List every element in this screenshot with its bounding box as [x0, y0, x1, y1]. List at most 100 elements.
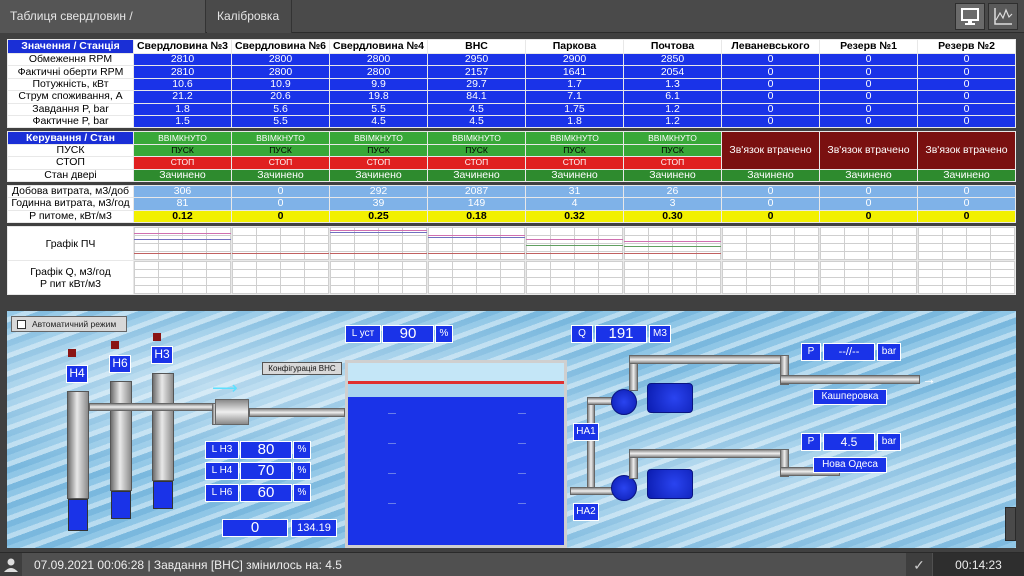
table-cell: 2800: [231, 65, 330, 79]
outlet-name-nova-odesa[interactable]: Нова Одеса: [813, 457, 887, 473]
start-button[interactable]: ПУСК: [329, 143, 428, 158]
acknowledge-icon[interactable]: ✓: [906, 553, 932, 576]
well-label-h4[interactable]: Н4: [66, 365, 88, 383]
row-label: Графік ПЧ: [7, 226, 134, 262]
pump-label-na2[interactable]: НА2: [573, 503, 599, 521]
mini-chart[interactable]: [721, 260, 820, 296]
table-cell: 2810: [133, 65, 232, 79]
header-label: Значення / Станція: [7, 39, 134, 54]
table-cell[interactable]: 4.5: [427, 102, 526, 116]
mini-chart[interactable]: [623, 226, 722, 262]
table-cell: 0: [721, 114, 820, 129]
start-button[interactable]: ПУСК: [525, 143, 624, 158]
status-bar: 07.09.2021 00:06:28 | Завдання [ВНС] змі…: [0, 552, 1024, 576]
chart-view-button[interactable]: [988, 3, 1018, 30]
door-state-cell: Зачинено: [133, 168, 232, 182]
well-level-label: L Н3: [205, 441, 239, 459]
table-cell: 0: [819, 77, 918, 92]
stop-button[interactable]: СТОП: [525, 156, 624, 170]
table-cell[interactable]: 0: [721, 102, 820, 116]
row-label: Обмеження RPM: [7, 52, 134, 67]
mini-chart[interactable]: [525, 226, 624, 262]
table-cell[interactable]: 1.2: [623, 102, 722, 116]
mini-chart[interactable]: [917, 260, 1016, 296]
well-label-h3[interactable]: Н3: [151, 346, 173, 364]
table-cell: 7.1: [525, 90, 624, 104]
mnemo-view-button[interactable]: [955, 3, 985, 30]
table-cell: 0: [721, 184, 820, 199]
mini-chart[interactable]: [133, 226, 232, 262]
pump-na1-icon[interactable]: [611, 389, 637, 415]
table-cell: 1641: [525, 65, 624, 79]
pump-feed-pipe: [587, 401, 595, 491]
auto-mode-checkbox[interactable]: Автоматичний режим: [11, 316, 127, 332]
mini-chart[interactable]: [427, 226, 526, 262]
mini-chart[interactable]: [819, 260, 918, 296]
mini-chart[interactable]: [623, 260, 722, 296]
mini-chart[interactable]: [133, 260, 232, 296]
state-on-cell: ВВІМКНУТО: [427, 131, 526, 145]
mini-chart[interactable]: [721, 226, 820, 262]
mini-chart[interactable]: [329, 226, 428, 262]
start-button[interactable]: ПУСК: [623, 143, 722, 158]
outlet-name-kashperovka[interactable]: Кашперовка: [813, 389, 887, 405]
table-cell: 84.1: [427, 90, 526, 104]
station-name: ВНС: [427, 39, 526, 54]
tab-wells-table[interactable]: Таблиця свердловин / Мнемосхема: [0, 0, 206, 56]
mini-chart[interactable]: [427, 260, 526, 296]
config-vns-button[interactable]: Конфігурація ВНС: [262, 362, 342, 375]
table-cell: 5.5: [231, 114, 330, 129]
table-cell[interactable]: 5.6: [231, 102, 330, 116]
side-panel-handle[interactable]: [1005, 507, 1016, 541]
table-cell: 39: [329, 197, 428, 211]
level-setpoint-value[interactable]: 90: [382, 325, 434, 343]
stop-button[interactable]: СТОП: [329, 156, 428, 170]
door-state-cell: Зачинено: [721, 168, 820, 182]
table-cell[interactable]: 1.75: [525, 102, 624, 116]
door-state-cell: Зачинено: [525, 168, 624, 182]
start-button[interactable]: ПУСК: [427, 143, 526, 158]
stop-button[interactable]: СТОП: [623, 156, 722, 170]
pump-label-na1[interactable]: НА1: [573, 423, 599, 441]
stop-button[interactable]: СТОП: [427, 156, 526, 170]
table-cell: 0: [231, 197, 330, 211]
mini-chart[interactable]: [525, 260, 624, 296]
table-header-row: Значення / Станція Свердловина №3 Свердл…: [7, 39, 1016, 54]
counter-total: 134.19: [291, 519, 337, 537]
door-state-cell: Зачинено: [231, 168, 330, 182]
mini-chart[interactable]: [917, 226, 1016, 262]
table-cell[interactable]: 0: [917, 102, 1016, 116]
tank-tick: [388, 503, 396, 504]
table-cell: 4.5: [427, 114, 526, 129]
well-level-unit: %: [293, 462, 311, 480]
table-cell[interactable]: 5.5: [329, 102, 428, 116]
table-cell: 6.1: [623, 90, 722, 104]
start-button[interactable]: ПУСК: [133, 143, 232, 158]
well-alarm-indicator: [111, 341, 119, 349]
well-h4: [67, 391, 89, 499]
stop-button[interactable]: СТОП: [231, 156, 330, 170]
mini-chart[interactable]: [231, 260, 330, 296]
tab-calibration[interactable]: Калібровка: [207, 0, 292, 33]
well-label-h6[interactable]: Н6: [109, 355, 131, 373]
well-level-value[interactable]: 70: [240, 462, 292, 480]
well-level-value[interactable]: 80: [240, 441, 292, 459]
station-name: Свердловина №6: [231, 39, 330, 54]
table-cell[interactable]: 1.8: [133, 102, 232, 116]
user-icon[interactable]: [0, 553, 22, 576]
table-cell: 2800: [231, 52, 330, 67]
start-button[interactable]: ПУСК: [231, 143, 330, 158]
table-cell[interactable]: 0: [819, 102, 918, 116]
graph-row-q: Графік Q, м3/год P пит кВт/м3: [7, 260, 1016, 296]
flow-arrow-icon: ⟶: [212, 378, 238, 398]
mini-chart[interactable]: [329, 260, 428, 296]
stop-button[interactable]: СТОП: [133, 156, 232, 170]
tank-tick: [388, 473, 396, 474]
row-label: P питоме, кВт/м3: [7, 209, 134, 224]
mini-chart[interactable]: [231, 226, 330, 262]
well-level-value[interactable]: 60: [240, 484, 292, 502]
station-name: Свердловина №3: [133, 39, 232, 54]
mini-chart[interactable]: [819, 226, 918, 262]
table-cell: 0: [917, 77, 1016, 92]
reservoir-tank: [345, 360, 567, 548]
